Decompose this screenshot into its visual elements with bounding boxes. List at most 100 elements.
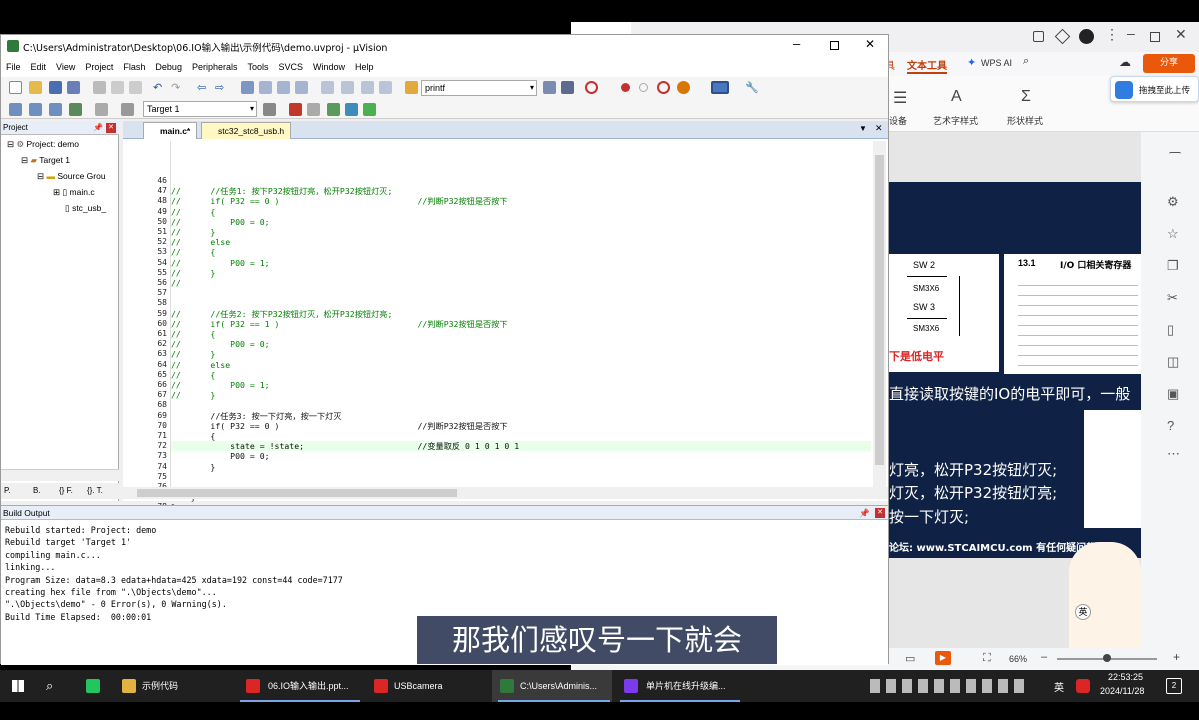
- code-line[interactable]: // {: [171, 329, 215, 339]
- code-line[interactable]: // P00 = 1;: [171, 258, 270, 268]
- star-icon[interactable]: ☆: [1167, 226, 1179, 242]
- book-icon[interactable]: ▭: [905, 652, 915, 665]
- tree-target[interactable]: ⊟ ▰ Target 1: [21, 155, 70, 166]
- unindent-icon[interactable]: [341, 81, 354, 94]
- ribbon-shape-style[interactable]: 形状样式: [1007, 114, 1043, 127]
- chevron-down-icon[interactable]: ▾: [530, 81, 534, 95]
- menu-peripherals[interactable]: Peripherals: [187, 57, 243, 77]
- save-all-icon[interactable]: [67, 81, 80, 94]
- bookmark-icon[interactable]: [241, 81, 254, 94]
- run-icon[interactable]: [363, 103, 376, 116]
- debug-start-icon[interactable]: [585, 81, 598, 94]
- incremental-find-icon[interactable]: [561, 81, 574, 94]
- editor-hscroll[interactable]: [123, 487, 888, 499]
- close-icon[interactable]: ✕: [1175, 26, 1187, 43]
- pack-installer-icon[interactable]: [345, 103, 358, 116]
- zoom-out-icon[interactable]: –: [1041, 651, 1047, 663]
- breakpoint-icon[interactable]: [621, 83, 630, 92]
- translate-icon[interactable]: [9, 103, 22, 116]
- code-line[interactable]: }: [171, 462, 215, 472]
- code-line[interactable]: {: [171, 431, 215, 441]
- menu-project[interactable]: Project: [80, 57, 118, 77]
- bookmark-prev-icon[interactable]: [259, 81, 272, 94]
- configure-icon[interactable]: 🔧: [745, 81, 759, 94]
- wps-ai-label[interactable]: WPS AI: [981, 58, 1012, 68]
- doc-icon[interactable]: ▯: [1167, 322, 1174, 338]
- maximize-icon[interactable]: [830, 41, 839, 50]
- menu-flash[interactable]: Flash: [118, 57, 150, 77]
- lines-icon[interactable]: ☰: [893, 88, 907, 108]
- code-line[interactable]: // P00 = 0;: [171, 339, 270, 349]
- find-combobox[interactable]: printf ▾: [421, 80, 537, 96]
- pin-icon[interactable]: 📌: [859, 506, 870, 520]
- sliders-icon[interactable]: ⚙: [1167, 194, 1179, 210]
- tree-source-group[interactable]: ⊟ ▬ Source Grou: [37, 171, 106, 182]
- rebuild-icon[interactable]: [49, 103, 62, 116]
- ime-indicator[interactable]: 英: [1054, 679, 1064, 694]
- stop-build-icon[interactable]: [95, 103, 108, 116]
- menu-debug[interactable]: Debug: [150, 57, 187, 77]
- tab-text-tools[interactable]: 文本工具: [907, 57, 947, 74]
- menu-window[interactable]: Window: [308, 57, 350, 77]
- code-line[interactable]: // else: [171, 360, 230, 370]
- code-line[interactable]: // }: [171, 349, 215, 359]
- search-icon[interactable]: ⌕: [1023, 55, 1029, 68]
- app-icon[interactable]: [86, 679, 100, 693]
- code-line[interactable]: // else: [171, 237, 230, 247]
- zoom-in-icon[interactable]: +: [1173, 650, 1180, 664]
- shape-style-icon[interactable]: Σ: [1021, 88, 1031, 106]
- undo-icon[interactable]: ↶: [153, 81, 166, 94]
- paste-icon[interactable]: [129, 81, 142, 94]
- tree-usb-h[interactable]: ▯ stc_usb_: [65, 203, 106, 214]
- scroll-thumb[interactable]: [875, 155, 884, 465]
- menu-edit[interactable]: Edit: [26, 57, 52, 77]
- select-packs-icon[interactable]: [307, 103, 320, 116]
- start-icon[interactable]: [12, 680, 24, 692]
- ppt-slide[interactable]: SW 2 SM3X6 SW 3 SM3X6 下是低电平 13.1 I/O 口相关…: [889, 182, 1141, 558]
- chevron-down-icon[interactable]: ▾: [250, 102, 254, 116]
- more-dots-icon[interactable]: ⋯: [1167, 446, 1180, 462]
- cloud-upload-icon[interactable]: ☁: [1119, 55, 1131, 69]
- code-line[interactable]: // {: [171, 207, 215, 217]
- zoom-thumb[interactable]: [1103, 654, 1111, 662]
- find-in-files-icon[interactable]: [405, 81, 418, 94]
- code-line[interactable]: //: [171, 278, 181, 288]
- tray-icons[interactable]: [870, 679, 1030, 693]
- code-line[interactable]: P00 = 0;: [171, 451, 269, 461]
- batch-icon[interactable]: [121, 103, 134, 116]
- close-tab-icon[interactable]: ✕: [875, 123, 883, 134]
- fit-icon[interactable]: ⛶: [983, 652, 991, 665]
- new-file-icon[interactable]: [9, 81, 22, 94]
- sync-hint-popup[interactable]: 拖拽至此上传: [1110, 76, 1199, 102]
- minimize-icon[interactable]: –: [1127, 25, 1135, 41]
- window-layout-icon[interactable]: [711, 81, 729, 94]
- cut-icon[interactable]: [93, 81, 106, 94]
- copy-icon[interactable]: [111, 81, 124, 94]
- bookmark-next-icon[interactable]: [277, 81, 290, 94]
- share-button[interactable]: 分享: [1143, 54, 1195, 73]
- menu-view[interactable]: View: [51, 57, 80, 77]
- panel-tab-books[interactable]: B.: [33, 486, 41, 495]
- panel-tab-templates[interactable]: {}. T.: [87, 486, 103, 495]
- pin-icon[interactable]: 📌: [93, 121, 103, 135]
- save-icon[interactable]: [49, 81, 62, 94]
- code-line[interactable]: state = !state; //变量取反 0 1 0 1 0 1: [171, 441, 519, 451]
- code-line[interactable]: // if( P32 == 0 ) //判断P32按钮是否按下: [171, 196, 508, 206]
- code-line[interactable]: // {: [171, 247, 215, 257]
- tree-project[interactable]: ⊟ ⚙ Project: demo: [7, 139, 79, 150]
- code-line[interactable]: // P00 = 0;: [171, 217, 270, 227]
- dash-icon[interactable]: [1169, 152, 1181, 164]
- maximize-icon[interactable]: [1150, 32, 1160, 42]
- code-line[interactable]: // //任务1: 按下P32按钮灯亮，松开P32按钮灯灭;: [171, 186, 392, 196]
- find-icon[interactable]: [543, 81, 556, 94]
- diamond-icon[interactable]: [327, 103, 340, 116]
- tree-main-c[interactable]: ⊞ ▯ main.c: [53, 187, 95, 198]
- ribbon-art-text[interactable]: 艺术字样式: [933, 114, 978, 127]
- code-line[interactable]: // {: [171, 370, 215, 380]
- minimize-icon[interactable]: –: [793, 36, 800, 51]
- project-hscroll[interactable]: [1, 469, 119, 481]
- breakpoint-disable-icon[interactable]: [639, 83, 648, 92]
- help-icon[interactable]: ?: [1167, 418, 1174, 433]
- breakpoint-kill-icon[interactable]: [677, 81, 690, 94]
- search-icon[interactable]: ⌕: [46, 678, 53, 694]
